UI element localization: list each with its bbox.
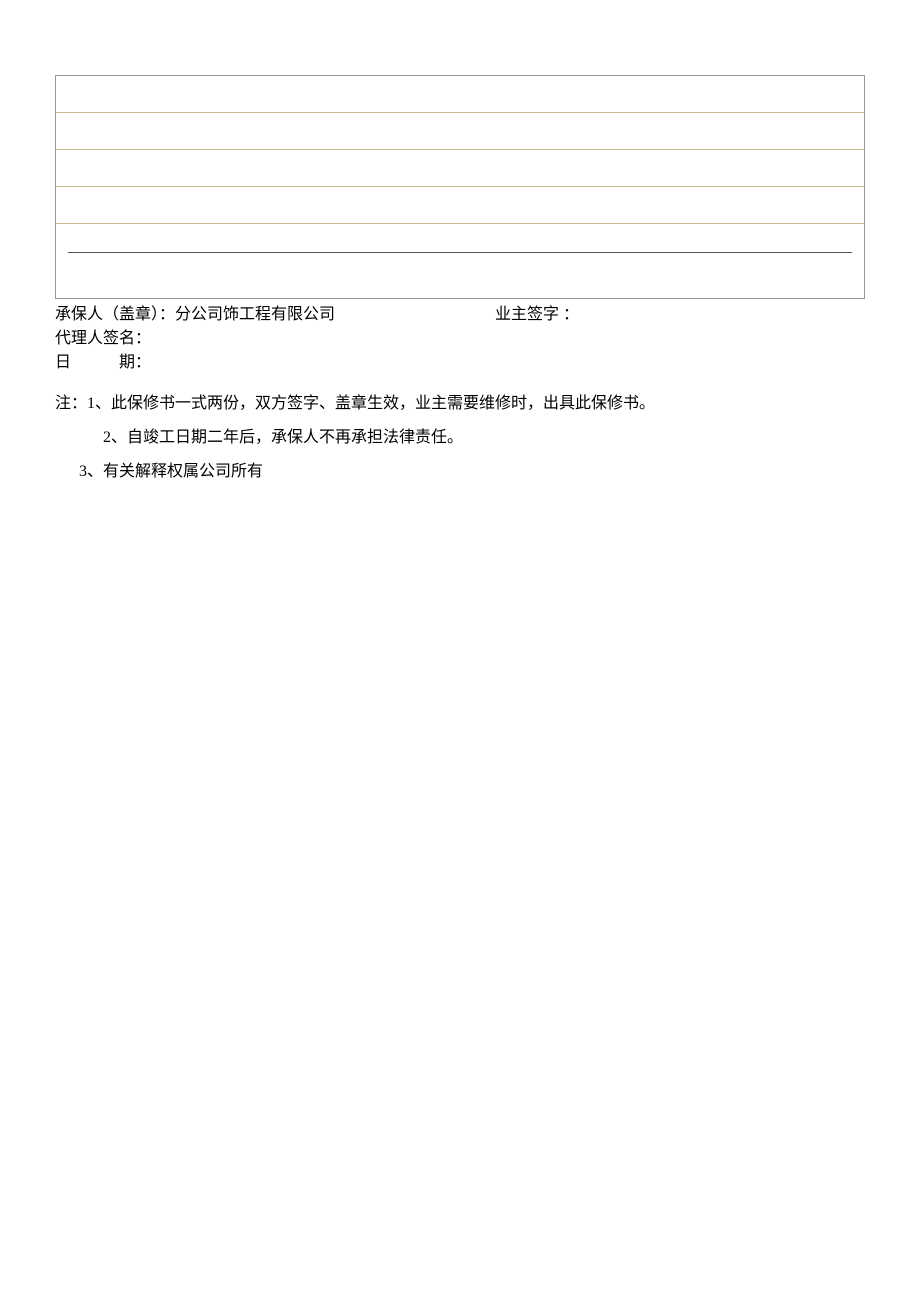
notes-block: 注：1、此保修书一式两份，双方签字、盖章生效，业主需要维修时，出具此保修书。 2… <box>55 389 865 487</box>
insurer-label: 承保人（盖章）：分公司饰工程有限公司 <box>55 303 495 327</box>
table-row <box>56 113 864 150</box>
note-item-3: 3、有关解释权属公司所有 <box>55 457 865 487</box>
table-row <box>56 261 864 298</box>
table-row <box>56 224 864 261</box>
signature-line-1: 承保人（盖章）：分公司饰工程有限公司 业主签字 ： <box>55 303 865 327</box>
form-table <box>55 75 865 299</box>
note-item-2: 2、自竣工日期二年后，承保人不再承担法律责任。 <box>55 423 865 453</box>
table-row <box>56 76 864 113</box>
owner-signature-label: 业主签字 ： <box>495 303 865 327</box>
date-label: 日 期： <box>55 351 865 375</box>
table-row <box>56 187 864 224</box>
agent-signature-label: 代理人签名： <box>55 327 865 351</box>
date-text: 日 期： <box>55 354 151 371</box>
note-item-1: 注：1、此保修书一式两份，双方签字、盖章生效，业主需要维修时，出具此保修书。 <box>55 389 865 419</box>
table-row <box>56 150 864 187</box>
